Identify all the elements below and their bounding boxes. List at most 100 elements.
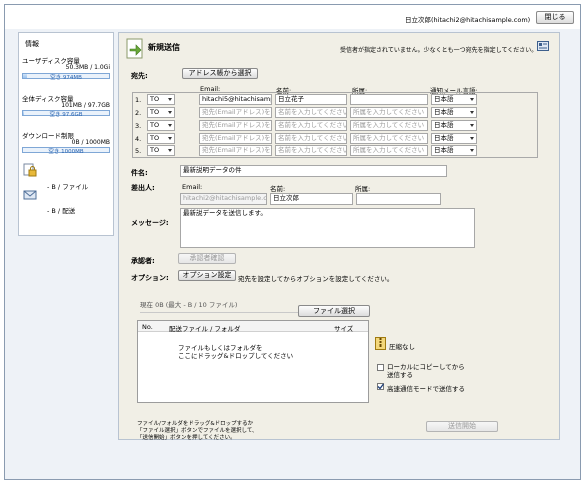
lang-select[interactable]: 日本語	[431, 145, 477, 156]
recipient-name-input[interactable]: 名前を入力してください	[275, 133, 347, 144]
address-book-button[interactable]: アドレス帳から選択	[182, 68, 258, 79]
row-number: 4.	[135, 135, 142, 143]
recipient-type-select[interactable]: TO	[147, 94, 175, 105]
recipient-name-input[interactable]: 名前を入力してください	[275, 120, 347, 131]
file-status-divider	[140, 312, 300, 313]
chevron-down-icon	[168, 111, 172, 114]
mail-icon	[23, 190, 37, 200]
page-title: 新規送信	[148, 43, 180, 52]
total-disk-meter: 空き 97.6GB	[22, 110, 110, 118]
download-limit-label: ダウンロード制限	[22, 132, 74, 140]
lang-select[interactable]: 日本語	[431, 133, 477, 144]
message-textarea[interactable]: 最新説データを送信します。	[180, 208, 475, 248]
recipient-type-select[interactable]: TO	[147, 133, 175, 144]
options-hint: 宛先を設定してからオプションを設定してください。	[238, 275, 394, 283]
sender-email-field: hitachi2@hitachisample.com	[180, 193, 267, 205]
chevron-down-icon	[470, 111, 474, 114]
lang-select[interactable]: 日本語	[431, 107, 477, 118]
user-disk-usage: 50.3MB / 1.0Gi	[65, 64, 110, 71]
fast-mode-checkbox[interactable]	[377, 383, 384, 390]
download-limit-meter: 空き 1000MB	[22, 147, 110, 155]
row-number: 2.	[135, 109, 142, 117]
checkmark-icon	[377, 383, 384, 390]
lang-select[interactable]: 日本語	[431, 94, 477, 105]
options-label: オプション:	[131, 274, 169, 282]
col-no-header: No.	[142, 323, 153, 331]
recipient-type-select[interactable]: TO	[147, 107, 175, 118]
recipients-label: 宛先:	[131, 72, 148, 80]
sender-org-label: 所属:	[355, 185, 371, 193]
chevron-down-icon	[470, 137, 474, 140]
recipient-email-input[interactable]: 宛先(Emailアドレス)を入	[199, 120, 272, 131]
sender-label: 差出人:	[131, 184, 155, 192]
recipient-type-value: TO	[150, 121, 160, 129]
subject-input[interactable]: 最新説明データの件	[180, 165, 447, 177]
sender-name-label: 名前:	[270, 185, 286, 193]
chevron-down-icon	[168, 149, 172, 152]
recipient-type-select[interactable]: TO	[147, 120, 175, 131]
approver-label: 承認者:	[131, 257, 155, 265]
user-disk-free: 空き 974MB	[50, 75, 82, 81]
sender-name-input[interactable]: 日立次郎	[270, 193, 353, 205]
chevron-down-icon	[168, 124, 172, 127]
per-file-limit: - B / ファイル	[47, 183, 89, 191]
recipient-email-input[interactable]: 宛先(Emailアドレス)を入	[199, 107, 272, 118]
recipient-name-input[interactable]: 日立花子	[275, 94, 347, 105]
recipient-org-input[interactable]	[350, 94, 428, 105]
chevron-down-icon	[168, 137, 172, 140]
recipient-email-input[interactable]: 宛先(Emailアドレス)を入	[199, 145, 272, 156]
lang-value: 日本語	[434, 134, 454, 142]
local-copy-label-2: 送信する	[387, 371, 413, 379]
recipient-type-value: TO	[150, 134, 160, 142]
subject-label: 件名:	[131, 169, 148, 177]
local-copy-checkbox[interactable]	[377, 364, 384, 371]
warning-message: 受信者が指定されていません。少なくとも一つ宛先を指定してください。	[340, 47, 538, 54]
sidebar-title: 情報	[25, 40, 39, 48]
close-button[interactable]: 閉じる	[536, 11, 574, 24]
file-lock-icon	[23, 163, 37, 177]
current-user: 日立次郎(hitachi2@hitachisample.com)	[405, 16, 531, 24]
col-name-header: 配送ファイル / フォルダ	[169, 325, 241, 333]
total-disk-usage: 101MB / 97.7GB	[61, 102, 110, 109]
address-card-icon	[537, 41, 549, 51]
recipient-name-input[interactable]: 名前を入力してください	[275, 107, 347, 118]
lang-select[interactable]: 日本語	[431, 120, 477, 131]
recipient-email-input[interactable]: 宛先(Emailアドレス)を入	[199, 133, 272, 144]
lang-value: 日本語	[434, 108, 454, 116]
send-start-button[interactable]: 送信開始	[426, 421, 498, 432]
recipient-email-input[interactable]: hitachi5@hitachisample	[199, 94, 272, 105]
chevron-down-icon	[470, 98, 474, 101]
recipient-org-input[interactable]: 所属を入力してください	[350, 133, 428, 144]
chevron-down-icon	[168, 98, 172, 101]
lang-value: 日本語	[434, 121, 454, 129]
chevron-down-icon	[470, 124, 474, 127]
compression-label: 圧縮なし	[389, 343, 415, 351]
row-number: 5.	[135, 147, 142, 155]
col-size-header: サイズ	[334, 325, 354, 333]
sender-org-input[interactable]	[356, 193, 441, 205]
message-label: メッセージ:	[131, 219, 169, 227]
recipient-org-input[interactable]: 所属を入力してください	[350, 145, 428, 156]
recipient-org-input[interactable]: 所属を入力してください	[350, 120, 428, 131]
recipient-type-value: TO	[150, 108, 160, 116]
footer-hint-3: 「送信開始」ボタンを押してください。	[137, 435, 236, 441]
file-select-button[interactable]: ファイル選択	[298, 305, 370, 317]
recipient-org-input[interactable]: 所属を入力してください	[350, 107, 428, 118]
file-drop-zone[interactable]: No. 配送ファイル / フォルダ サイズ ファイルもしくはフォルダを ここにド…	[137, 320, 369, 403]
per-delivery-limit: - B / 配送	[47, 207, 76, 215]
recipient-type-select[interactable]: TO	[147, 145, 175, 156]
options-settings-button[interactable]: オプション設定	[178, 270, 236, 281]
lang-value: 日本語	[434, 95, 454, 103]
recipient-name-input[interactable]: 名前を入力してください	[275, 145, 347, 156]
zip-file-icon	[375, 337, 386, 350]
drop-hint-line-2: ここにドラッグ&ドロップしてください	[178, 352, 294, 360]
row-number: 3.	[135, 122, 142, 130]
approver-confirm-button[interactable]: 承認者確認	[178, 253, 236, 264]
new-send-icon	[126, 38, 143, 59]
info-sidebar: 情報 ユーザディスク容量 50.3MB / 1.0Gi 空き 974MB 全体デ…	[18, 32, 114, 236]
lang-value: 日本語	[434, 146, 454, 154]
download-limit-free: 空き 1000MB	[48, 149, 84, 155]
download-limit-usage: 0B / 1000MB	[71, 139, 110, 146]
file-status: 現在 0B (最大 - B / 10 ファイル)	[140, 301, 238, 309]
chevron-down-icon	[470, 149, 474, 152]
